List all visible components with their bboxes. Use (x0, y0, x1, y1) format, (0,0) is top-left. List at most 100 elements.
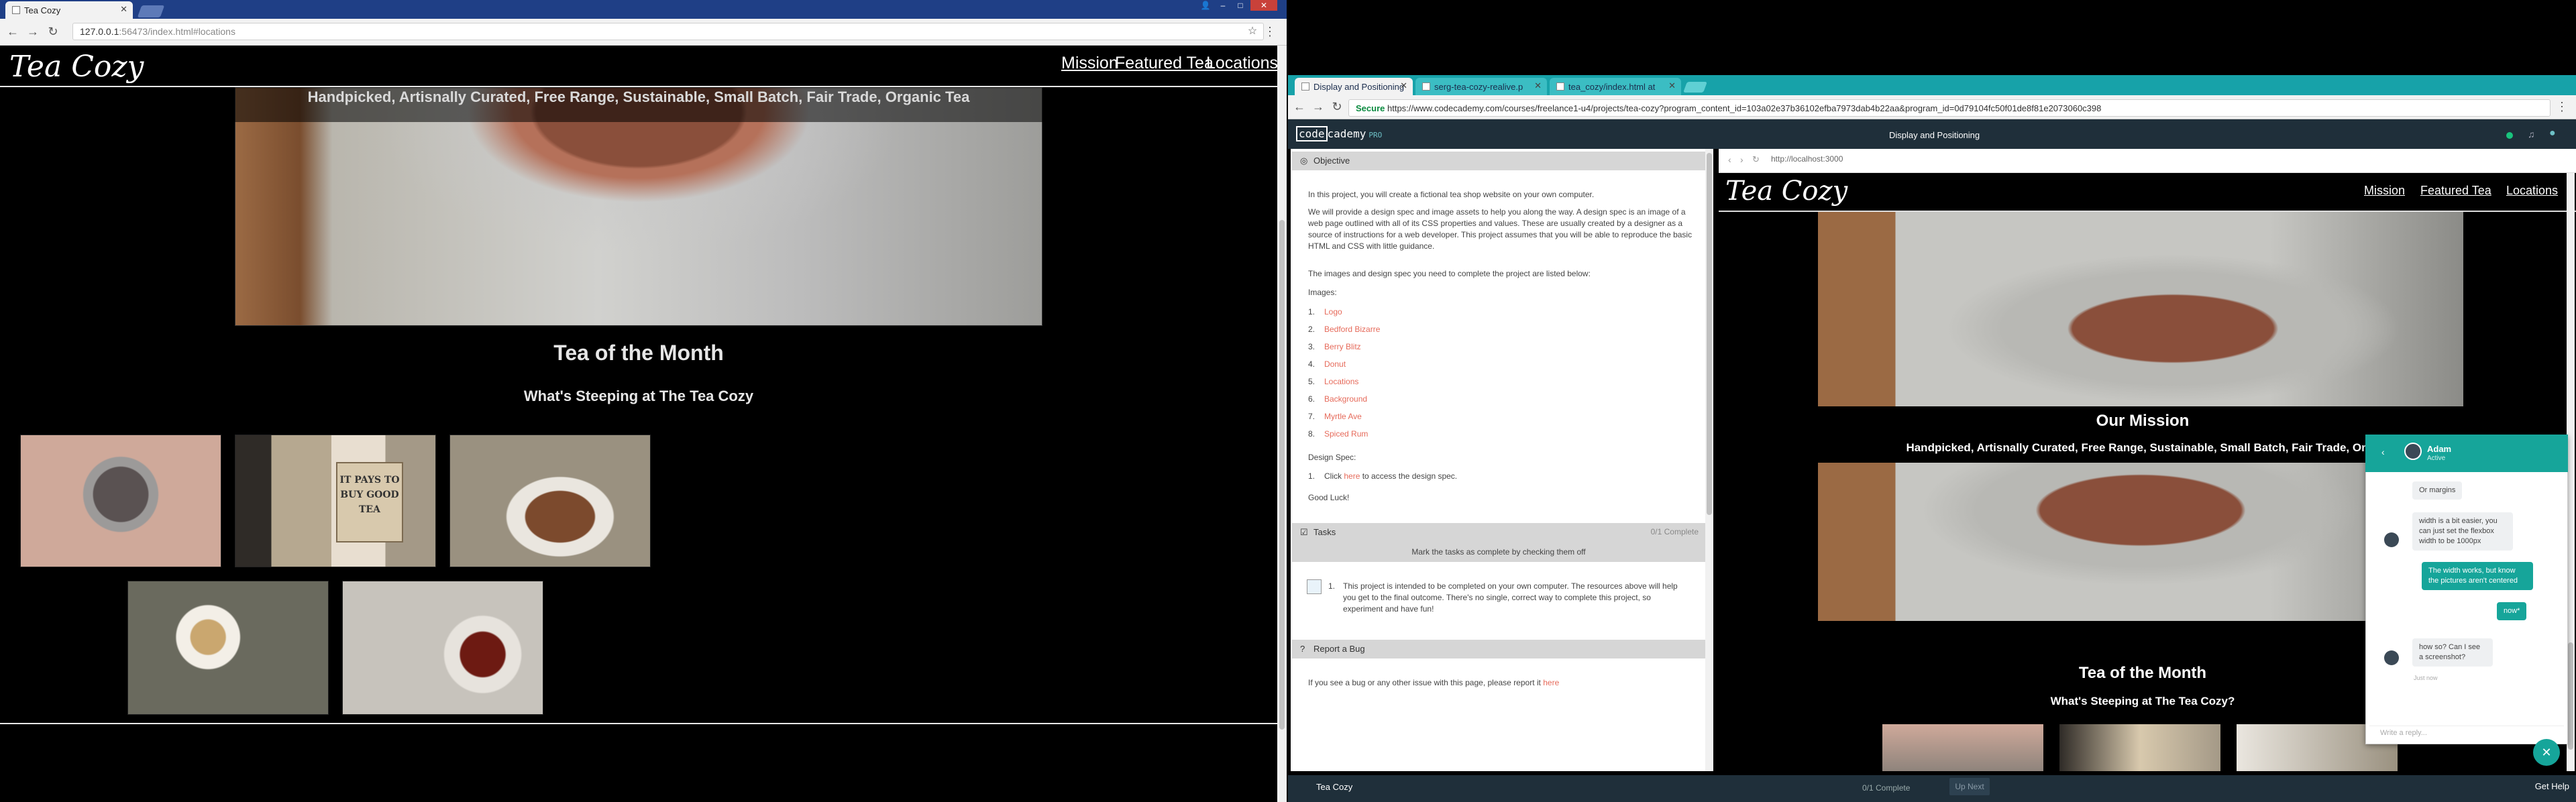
close-tab-icon[interactable]: ✕ (1534, 80, 1542, 91)
github-icon (1556, 82, 1564, 91)
lesson-title: Display and Positioning (1889, 130, 1980, 140)
embedded-nav-featured-tea[interactable]: Featured Tea (2420, 184, 2491, 198)
image-link-donut[interactable]: Donut (1324, 359, 1346, 369)
tab-display-positioning[interactable]: Display and Positioning ✕ (1295, 78, 1413, 95)
list-item: 6. Background (1308, 394, 1368, 404)
page-icon (1422, 82, 1430, 91)
back-icon[interactable]: ← (5, 24, 20, 39)
bug-text-body: If you see a bug or any other issue with… (1308, 678, 1541, 687)
chat-close-icon[interactable]: ✕ (2533, 739, 2560, 766)
image-link-berry-blitz[interactable]: Berry Blitz (1324, 342, 1361, 351)
brand-code: code (1296, 126, 1328, 141)
image-link-locations[interactable]: Locations (1324, 377, 1358, 386)
reload-icon[interactable]: ↻ (46, 24, 60, 39)
forward-icon[interactable]: → (1311, 99, 1326, 114)
tasks-count: 0/1 Complete (1650, 527, 1699, 536)
tea-image-spiced-rum: IT PAYS TO BUY GOOD TEA (235, 435, 436, 567)
url-path: :56473/index.html#locations (119, 26, 235, 37)
objective-paragraph-3: The images and design spec you need to c… (1308, 269, 1591, 278)
nav-featured-tea[interactable]: Featured Tea (1115, 54, 1214, 73)
good-luck-text: Good Luck! (1308, 493, 1350, 502)
images-list: 1. Logo 2. Bedford Bizarre 3. Berry Blitz 4… (1308, 303, 1700, 443)
image-link-spiced-rum[interactable]: Spiced Rum (1324, 429, 1368, 439)
account-icon[interactable]: 👤 (1198, 0, 1213, 11)
list-item: 4. Donut (1308, 359, 1346, 369)
embedded-nav-mission[interactable]: Mission (2364, 184, 2405, 198)
codecademy-logo[interactable]: code cademy PRO (1296, 126, 1383, 141)
task-text: This project is intended to be completed… (1343, 581, 1678, 614)
section-divider (0, 723, 1277, 724)
tea-box-sign: IT PAYS TO BUY GOOD TEA (336, 462, 403, 542)
design-spec-prefix: Click (1324, 471, 1342, 481)
embedded-back-icon[interactable]: ‹ (1728, 154, 1731, 165)
embedded-site-logo[interactable]: Tea Cozy (1725, 176, 1847, 207)
embedded-nav-locations[interactable]: Locations (2506, 184, 2558, 198)
tea-image-berry-blitz (20, 435, 221, 567)
get-help-button[interactable]: Get Help (2509, 778, 2573, 795)
reload-icon[interactable]: ↻ (1330, 99, 1344, 114)
report-bug-header[interactable]: ? Report a Bug (1292, 640, 1705, 658)
tab-title: Display and Positioning (1313, 82, 1405, 92)
nav-locations[interactable]: Locations (1206, 54, 1278, 73)
pro-badge: PRO (1368, 131, 1383, 139)
image-link-bedford-bizarre[interactable]: Bedford Bizarre (1324, 325, 1380, 334)
tab-github[interactable]: tea_cozy/index.html at ✕ (1550, 78, 1681, 95)
left-tab-strip (0, 0, 1287, 19)
bell-icon[interactable]: ♫ (2528, 129, 2535, 139)
panel-scrollbar[interactable] (1705, 149, 1713, 771)
task-checkbox[interactable] (1307, 579, 1322, 594)
image-link-background[interactable]: Background (1324, 394, 1367, 404)
objective-paragraph-2: We will provide a design spec and image … (1308, 207, 1693, 251)
close-window-icon[interactable]: ✕ (1250, 0, 1277, 11)
address-bar[interactable]: 127.0.0.1:56473/index.html#locations (72, 23, 1264, 40)
design-spec-link[interactable]: here (1344, 471, 1360, 481)
page-icon (12, 6, 20, 14)
images-label: Images: (1308, 288, 1337, 297)
embedded-refresh-icon[interactable]: ↻ (1752, 154, 1760, 165)
close-tab-icon[interactable]: ✕ (120, 4, 127, 15)
embedded-forward-icon[interactable]: › (1740, 154, 1743, 165)
design-spec-suffix: to access the design spec. (1362, 471, 1458, 481)
nav-mission[interactable]: Mission (1061, 54, 1118, 73)
tab-realive[interactable]: serg-tea-cozy-realive.p ✕ (1415, 78, 1547, 95)
embedded-url[interactable]: http://localhost:3000 (1771, 154, 1843, 164)
up-next-button[interactable]: Up Next (1949, 778, 1990, 795)
new-tab-button[interactable] (137, 5, 165, 17)
back-icon[interactable]: ← (1292, 99, 1307, 114)
close-tab-icon[interactable]: ✕ (1400, 80, 1407, 91)
image-link-myrtle-ave[interactable]: Myrtle Ave (1324, 412, 1362, 421)
tasks-header[interactable]: ☑ Tasks 0/1 Complete (1292, 523, 1705, 542)
left-tab-tea-cozy[interactable]: Tea Cozy ✕ (5, 1, 133, 19)
image-link-logo[interactable]: Logo (1324, 307, 1342, 317)
tea-of-month-subheading: What's Steeping at The Tea Cozy (523, 388, 754, 404)
scrollbar-thumb[interactable] (1707, 153, 1712, 515)
forward-icon[interactable]: → (25, 24, 40, 39)
new-tab-button[interactable] (1683, 82, 1707, 93)
chat-back-icon[interactable]: ‹ (2381, 447, 2385, 457)
minimize-icon[interactable]: – (1216, 0, 1230, 11)
address-bar[interactable]: Secure https://www.codecademy.com/course… (1348, 99, 2551, 117)
close-tab-icon[interactable]: ✕ (1668, 80, 1676, 91)
chat-reply-input[interactable]: Write a reply... (2369, 726, 2564, 740)
avatar (2404, 443, 2422, 460)
menu-icon[interactable]: ⋮ (2555, 99, 2569, 114)
bookmark-star-icon[interactable]: ☆ (1245, 24, 1260, 39)
scrollbar-thumb[interactable] (2568, 642, 2573, 750)
codecademy-tab-icon (1301, 82, 1309, 91)
list-item: 8. Spiced Rum (1308, 429, 1368, 439)
tasks-header-label: Tasks (1313, 527, 1336, 537)
tea-image-myrtle-ave (127, 581, 329, 715)
bug-report-link[interactable]: here (1543, 678, 1559, 687)
objective-icon: ◎ (1300, 156, 1308, 166)
menu-icon[interactable]: ⋮ (1263, 24, 1277, 39)
scrollbar-thumb[interactable] (1279, 220, 1285, 730)
chat-agent-status: Active (2427, 455, 2446, 462)
site-logo[interactable]: Tea Cozy (9, 50, 144, 84)
maximize-icon[interactable]: □ (1233, 0, 1248, 11)
tea-image-bedford-bizarre (342, 581, 543, 715)
page-scrollbar[interactable] (1277, 46, 1287, 802)
objective-header[interactable]: ◎ Objective (1292, 152, 1705, 170)
list-item: 7. Myrtle Ave (1308, 412, 1362, 421)
profile-icon[interactable]: ● (2549, 127, 2556, 139)
secure-label: Secure (1356, 103, 1385, 113)
